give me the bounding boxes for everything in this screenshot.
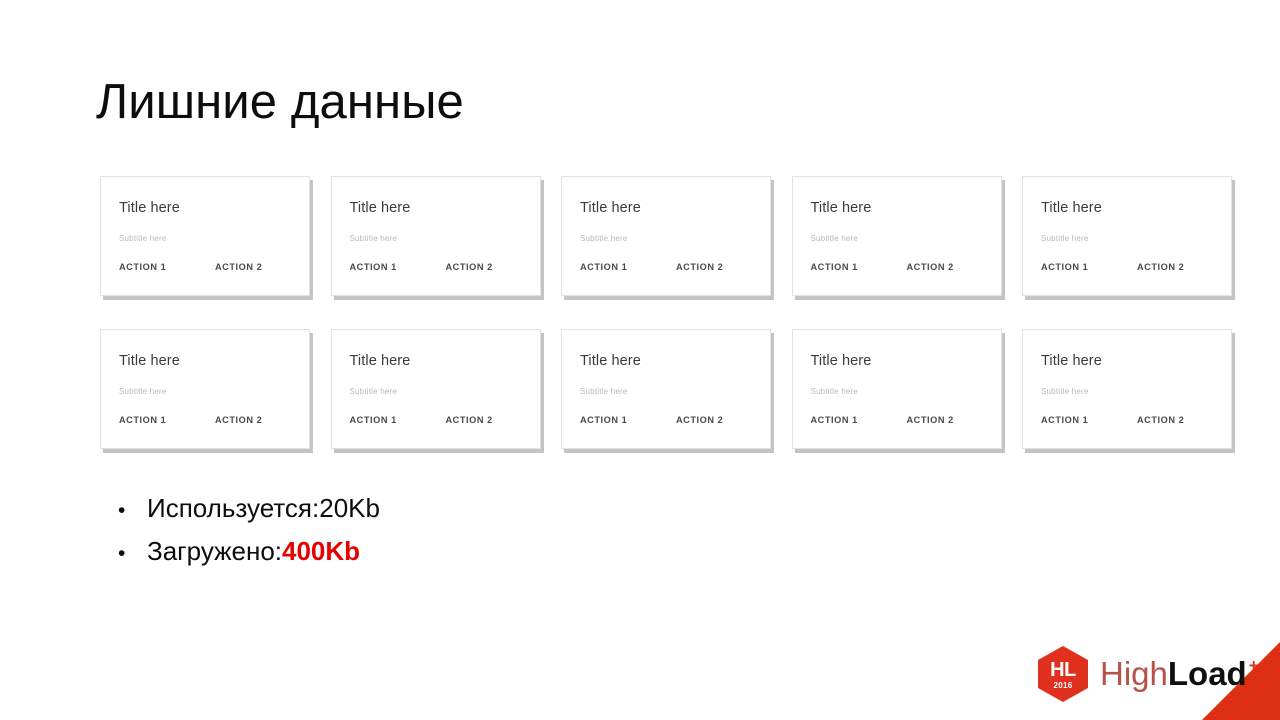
hexagon-badge-icon: HL 2016: [1036, 645, 1090, 703]
card-subtitle: Subtitle here: [1041, 234, 1089, 243]
bullet-value-highlighted: 400Kb: [282, 536, 361, 566]
bullet-marker-icon: •: [118, 542, 126, 565]
card-actions: ACTION 1 ACTION 2: [119, 415, 297, 425]
bullet-value: 20Kb: [319, 493, 380, 523]
card-action-2-button[interactable]: ACTION 2: [1137, 415, 1184, 425]
logo-word-high: High: [1100, 654, 1168, 692]
card-actions: ACTION 1 ACTION 2: [1041, 262, 1219, 272]
card-subtitle: Subtitle here: [1041, 387, 1089, 396]
logo-wordmark: HighLoad ++: [1100, 654, 1268, 692]
card-actions: ACTION 1 ACTION 2: [119, 262, 297, 272]
card-grid: Title here Subtitle here ACTION 1 ACTION…: [100, 176, 1232, 482]
card-title: Title here: [580, 200, 641, 216]
card-subtitle: Subtitle here: [119, 387, 167, 396]
material-card[interactable]: Title here Subtitle here ACTION 1 ACTION…: [791, 329, 1002, 449]
logo-initials: HL: [1050, 659, 1076, 681]
card-action-2-button[interactable]: ACTION 2: [907, 415, 954, 425]
slide-canvas: Лишние данные Title here Subtitle here A…: [0, 0, 1280, 720]
material-card[interactable]: Title here Subtitle here ACTION 1 ACTION…: [330, 176, 541, 296]
logo-word-plusplus: ++: [1248, 655, 1268, 675]
material-card[interactable]: Title here Subtitle here ACTION 1 ACTION…: [1022, 329, 1232, 449]
card-subtitle: Subtitle here: [119, 234, 167, 243]
card-row: Title here Subtitle here ACTION 1 ACTION…: [100, 176, 1232, 296]
card-action-2-button[interactable]: ACTION 2: [446, 262, 493, 272]
card-title: Title here: [1041, 200, 1102, 216]
logo-year: 2016: [1053, 681, 1073, 690]
card-subtitle: Subtitle here: [580, 387, 628, 396]
bullet-marker-icon: •: [118, 499, 126, 522]
card-action-2-button[interactable]: ACTION 2: [676, 262, 723, 272]
card-action-2-button[interactable]: ACTION 2: [215, 262, 262, 272]
material-card[interactable]: Title here Subtitle here ACTION 1 ACTION…: [1022, 176, 1232, 296]
card-title: Title here: [810, 200, 872, 216]
material-card[interactable]: Title here Subtitle here ACTION 1 ACTION…: [561, 176, 771, 296]
logo-word-load: Load: [1167, 654, 1247, 692]
card-title: Title here: [119, 353, 180, 369]
highload-logo: HL 2016 HighLoad ++: [1036, 645, 1268, 703]
card-actions: ACTION 1 ACTION 2: [811, 262, 989, 272]
card-action-2-button[interactable]: ACTION 2: [446, 415, 493, 425]
card-action-2-button[interactable]: ACTION 2: [907, 262, 954, 272]
card-actions: ACTION 1 ACTION 2: [350, 262, 528, 272]
card-action-1-button[interactable]: ACTION 1: [119, 262, 215, 272]
card-title: Title here: [810, 353, 872, 369]
card-action-1-button[interactable]: ACTION 1: [580, 415, 676, 425]
material-card[interactable]: Title here Subtitle here ACTION 1 ACTION…: [791, 176, 1002, 296]
material-card[interactable]: Title here Subtitle here ACTION 1 ACTION…: [561, 329, 771, 449]
list-item: • Используется: 20Kb: [118, 488, 818, 531]
card-actions: ACTION 1 ACTION 2: [350, 415, 528, 425]
page-title: Лишние данные: [96, 75, 464, 129]
card-subtitle: Subtitle here: [810, 387, 859, 396]
card-title: Title here: [349, 200, 411, 216]
material-card[interactable]: Title here Subtitle here ACTION 1 ACTION…: [330, 329, 541, 449]
card-action-2-button[interactable]: ACTION 2: [1137, 262, 1184, 272]
card-title: Title here: [349, 353, 411, 369]
card-title: Title here: [119, 200, 180, 216]
card-action-1-button[interactable]: ACTION 1: [811, 415, 907, 425]
card-actions: ACTION 1 ACTION 2: [580, 415, 758, 425]
bullet-label: Используется:: [147, 493, 320, 523]
card-subtitle: Subtitle here: [349, 387, 398, 396]
card-action-1-button[interactable]: ACTION 1: [350, 415, 446, 425]
card-row: Title here Subtitle here ACTION 1 ACTION…: [100, 329, 1232, 449]
material-card[interactable]: Title here Subtitle here ACTION 1 ACTION…: [100, 176, 310, 296]
bullet-list: • Используется: 20Kb • Загружено: 400Kb: [118, 488, 818, 574]
card-action-2-button[interactable]: ACTION 2: [676, 415, 723, 425]
card-action-1-button[interactable]: ACTION 1: [811, 262, 907, 272]
card-action-1-button[interactable]: ACTION 1: [1041, 415, 1137, 425]
card-action-1-button[interactable]: ACTION 1: [119, 415, 215, 425]
material-card[interactable]: Title here Subtitle here ACTION 1 ACTION…: [100, 329, 310, 449]
card-title: Title here: [580, 353, 641, 369]
list-item: • Загружено: 400Kb: [118, 531, 818, 574]
card-subtitle: Subtitle here: [580, 234, 628, 243]
card-title: Title here: [1041, 353, 1102, 369]
card-actions: ACTION 1 ACTION 2: [811, 415, 989, 425]
bullet-label: Загружено:: [147, 536, 283, 566]
card-action-1-button[interactable]: ACTION 1: [580, 262, 676, 272]
card-actions: ACTION 1 ACTION 2: [580, 262, 758, 272]
card-subtitle: Subtitle here: [349, 234, 398, 243]
card-actions: ACTION 1 ACTION 2: [1041, 415, 1219, 425]
card-subtitle: Subtitle here: [810, 234, 859, 243]
card-action-2-button[interactable]: ACTION 2: [215, 415, 262, 425]
card-action-1-button[interactable]: ACTION 1: [350, 262, 446, 272]
card-action-1-button[interactable]: ACTION 1: [1041, 262, 1137, 272]
